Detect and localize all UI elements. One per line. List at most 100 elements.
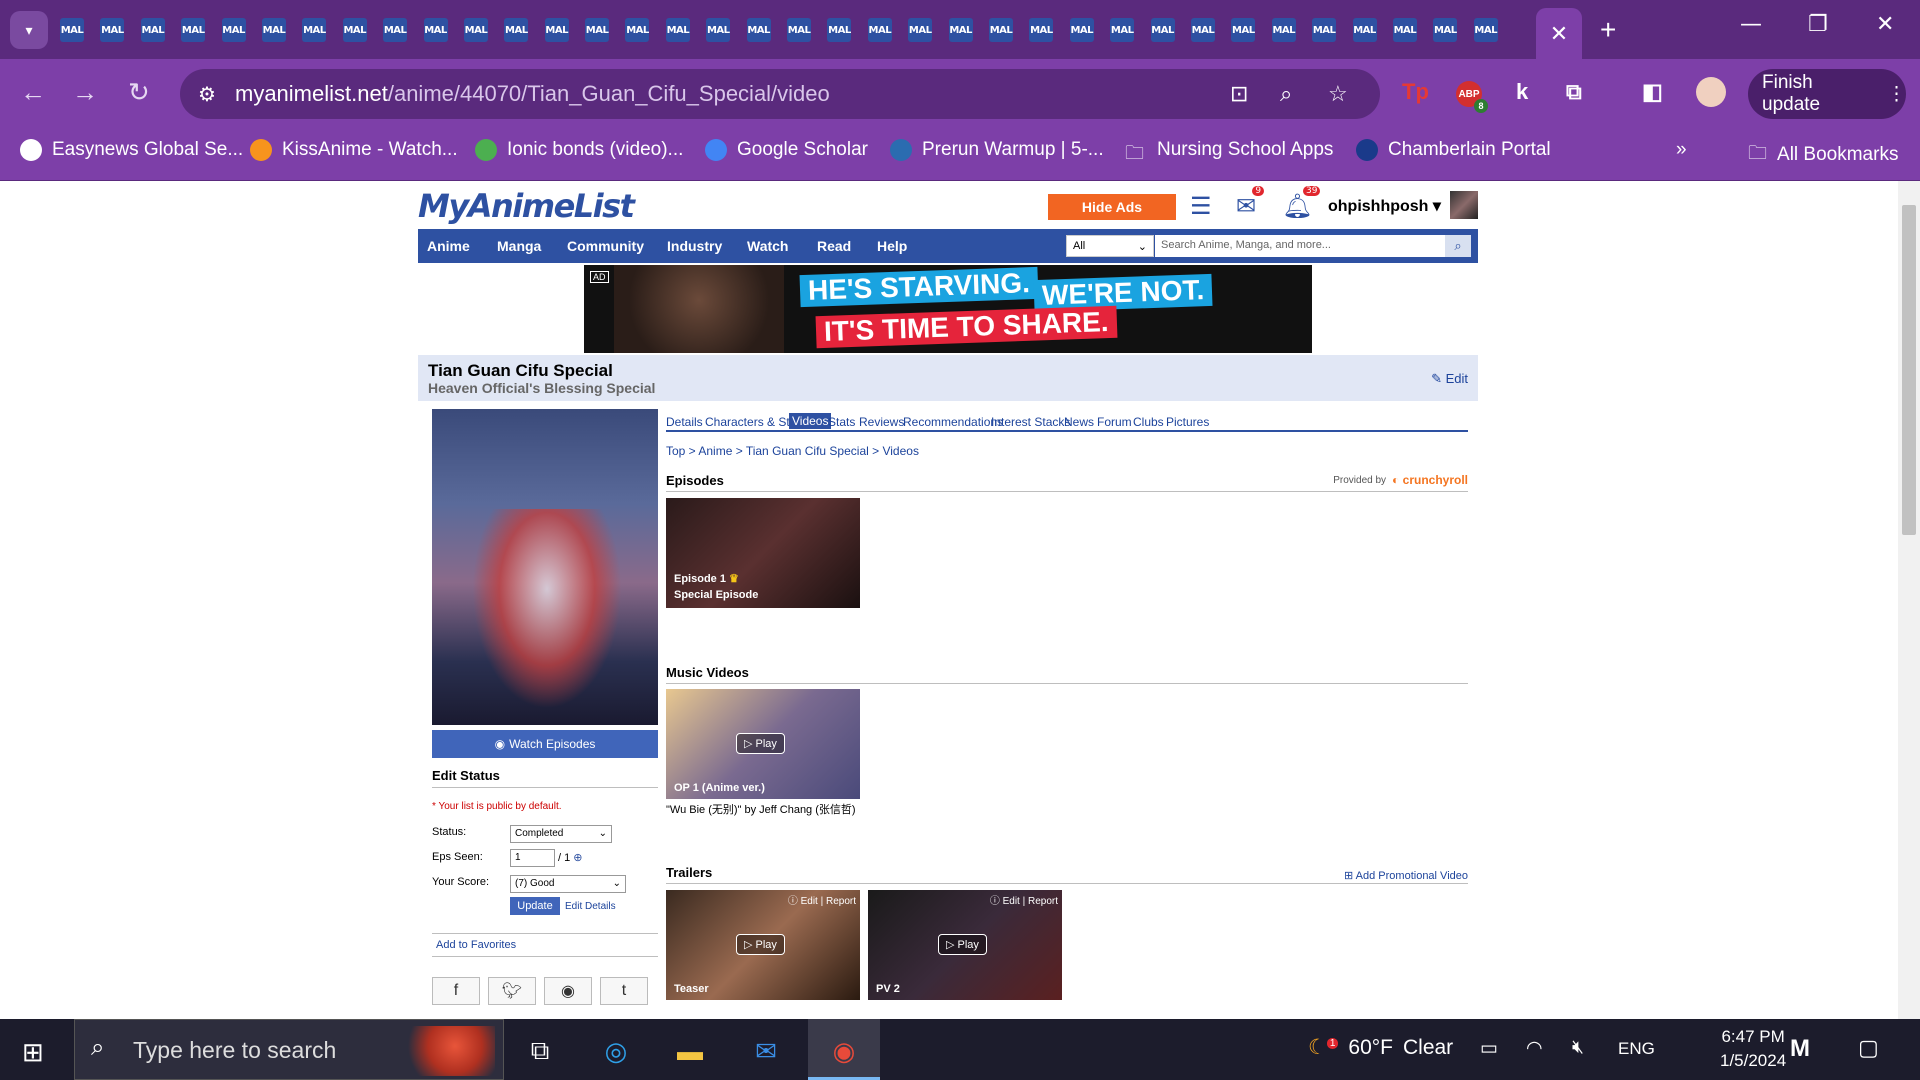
tab-favicon-mal[interactable]: MAL — [383, 18, 408, 42]
play-button[interactable]: ▷ Play — [736, 733, 785, 754]
bookmark-item[interactable]: 🗀 Nursing School Apps — [1125, 139, 1333, 164]
subnav-recommendations[interactable]: Recommendations — [903, 415, 1003, 429]
weather-widget[interactable]: ☾ 1 60°F Clear — [1308, 1035, 1453, 1060]
tab-favicon-mal[interactable]: MAL — [1231, 18, 1256, 42]
tab-search-button[interactable]: ▾ — [10, 11, 48, 49]
edit-details-link[interactable]: Edit Details — [565, 901, 616, 912]
tab-favicon-mal[interactable]: MAL — [261, 18, 286, 42]
bookmarks-overflow-icon[interactable]: » — [1676, 139, 1687, 161]
window-close-icon[interactable]: ✕ — [1876, 12, 1894, 37]
bookmark-item[interactable]: Google Scholar — [705, 139, 868, 161]
edge-icon[interactable]: ◎ — [594, 1029, 638, 1073]
tab-favicon-mal[interactable]: MAL — [585, 18, 610, 42]
subnav-stats[interactable]: Stats — [828, 415, 855, 429]
increment-icon[interactable]: ⊕ — [573, 852, 582, 864]
mal-logo[interactable]: MyAnimeList — [418, 187, 635, 225]
tab-favicon-mal[interactable]: MAL — [625, 18, 650, 42]
windows-start-icon[interactable]: ⊞ — [22, 1037, 44, 1068]
extensions-puzzle-icon[interactable]: ⧉ — [1566, 79, 1582, 105]
install-app-icon[interactable]: ⊡ — [1230, 81, 1248, 107]
bookmark-item[interactable]: Chamberlain Portal — [1356, 139, 1551, 161]
episode-thumbnail[interactable]: Episode 1 ♛ Special Episode — [666, 498, 860, 608]
tab-favicon-mal[interactable]: MAL — [463, 18, 488, 42]
zoom-icon[interactable]: ⌕ — [1280, 81, 1292, 107]
bookmark-item[interactable]: KissAnime - Watch... — [250, 139, 458, 161]
tab-favicon-mal[interactable]: MAL — [787, 18, 812, 42]
tab-favicon-mal[interactable]: MAL — [1271, 18, 1296, 42]
profile-avatar[interactable] — [1696, 77, 1726, 107]
tab-favicon-mal[interactable]: MAL — [140, 18, 165, 42]
tab-favicon-mal[interactable]: MAL — [1190, 18, 1215, 42]
subnav-news[interactable]: News — [1064, 415, 1094, 429]
play-button[interactable]: ▷ Play — [736, 934, 785, 955]
notifications-icon[interactable]: 🔔︎ 39 — [1282, 186, 1321, 221]
trailer-teaser-thumbnail[interactable]: ⓘ Edit | Report ▷ Play Teaser — [666, 890, 860, 1000]
all-bookmarks-button[interactable]: 🗀 All Bookmarks — [1748, 139, 1898, 171]
search-scope-select[interactable]: All ⌄ — [1066, 235, 1154, 257]
menu-community[interactable]: Community — [567, 238, 644, 254]
music-video-thumbnail[interactable]: ▷ Play OP 1 (Anime ver.) — [666, 689, 860, 799]
clock[interactable]: 6:47 PM 1/5/2024 — [1720, 1025, 1786, 1073]
reddit-icon[interactable]: ◉ — [544, 977, 592, 1005]
tab-favicon-mal[interactable]: MAL — [504, 18, 529, 42]
menu-industry[interactable]: Industry — [667, 238, 722, 254]
tab-favicon-mal[interactable]: MAL — [423, 18, 448, 42]
subnav-videos[interactable]: Videos — [789, 413, 832, 429]
tab-favicon-mal[interactable]: MAL — [100, 18, 125, 42]
finish-update-button[interactable]: Finish update ⋮ — [1748, 69, 1906, 119]
facebook-icon[interactable]: f — [432, 977, 480, 1005]
play-button[interactable]: ▷ Play — [938, 934, 987, 955]
menu-dots-icon[interactable]: ⋮ — [1887, 83, 1906, 106]
update-button[interactable]: Update — [510, 897, 560, 915]
trailer-pv2-thumbnail[interactable]: ⓘ Edit | Report ▷ Play PV 2 — [868, 890, 1062, 1000]
extension-k-icon[interactable]: k — [1516, 79, 1528, 105]
volume-muted-icon[interactable]: 🔇︎ — [1572, 1037, 1584, 1059]
url-text[interactable]: myanimelist.net/anime/44070/Tian_Guan_Ci… — [235, 81, 830, 107]
tab-favicon-mal[interactable]: MAL — [1150, 18, 1175, 42]
file-explorer-icon[interactable]: ▬ — [668, 1029, 712, 1073]
minimize-icon[interactable]: — — [1740, 12, 1762, 37]
side-panel-icon[interactable]: ◧ — [1642, 79, 1663, 105]
bookmark-star-icon[interactable]: ☆ — [1328, 81, 1348, 107]
menu-anime[interactable]: Anime — [427, 238, 470, 254]
battery-icon[interactable]: ▭ — [1480, 1037, 1498, 1060]
subnav-details[interactable]: Details — [666, 415, 703, 429]
bookmark-item[interactable]: Ionic bonds (video)... — [475, 139, 683, 161]
tab-favicon-mal[interactable]: MAL — [1392, 18, 1417, 42]
app-m-icon[interactable]: M — [1790, 1035, 1810, 1063]
edit-title-link[interactable]: ✎ Edit — [1431, 371, 1468, 387]
subnav-clubs[interactable]: Clubs — [1133, 415, 1164, 429]
eps-input[interactable]: 1 — [510, 849, 555, 867]
taskbar-search[interactable]: ⌕ Type here to search — [74, 1019, 504, 1080]
restore-icon[interactable]: ❐ — [1808, 12, 1828, 37]
tab-favicon-mal[interactable]: MAL — [221, 18, 246, 42]
tumblr-icon[interactable]: t — [600, 977, 648, 1005]
tab-favicon-mal[interactable]: MAL — [1433, 18, 1458, 42]
scrollbar-thumb[interactable] — [1902, 205, 1916, 535]
subnav-pictures[interactable]: Pictures — [1166, 415, 1209, 429]
bookmark-item[interactable]: Prerun Warmup | 5-... — [890, 139, 1104, 161]
reload-icon[interactable]: ↻ — [128, 77, 150, 108]
tab-favicon-mal[interactable]: MAL — [1312, 18, 1337, 42]
anime-cover[interactable] — [432, 409, 658, 725]
breadcrumb[interactable]: Top > Anime > Tian Guan Cifu Special > V… — [666, 444, 919, 458]
subnav-reviews[interactable]: Reviews — [859, 415, 904, 429]
bookmark-item[interactable]: Easynews Global Se... — [20, 139, 243, 161]
watch-episodes-button[interactable]: ◉ Watch Episodes — [432, 730, 658, 758]
notifications-center-icon[interactable]: ▢ — [1858, 1035, 1879, 1061]
status-select[interactable]: Completed ⌄ — [510, 825, 612, 843]
add-promo-video-link[interactable]: ⊞ Add Promotional Video — [1344, 869, 1468, 882]
wifi-icon[interactable]: ◠ — [1526, 1037, 1543, 1060]
trailer-controls[interactable]: ⓘ Edit | Report — [990, 892, 1058, 907]
menu-read[interactable]: Read — [817, 238, 851, 254]
tab-favicon-mal[interactable]: MAL — [1473, 18, 1498, 42]
forward-icon[interactable]: → — [72, 77, 98, 108]
address-bar[interactable]: ⚙ myanimelist.net/anime/44070/Tian_Guan_… — [180, 69, 1380, 119]
score-select[interactable]: (7) Good ⌄ — [510, 875, 626, 893]
tab-favicon-mal[interactable]: MAL — [302, 18, 327, 42]
tab-favicon-mal[interactable]: MAL — [706, 18, 731, 42]
task-view-icon[interactable]: ⧉ — [518, 1029, 562, 1073]
tab-favicon-mal[interactable]: MAL — [746, 18, 771, 42]
tab-favicon-mal[interactable]: MAL — [1110, 18, 1135, 42]
extension-tp-icon[interactable]: Tp — [1402, 79, 1429, 105]
